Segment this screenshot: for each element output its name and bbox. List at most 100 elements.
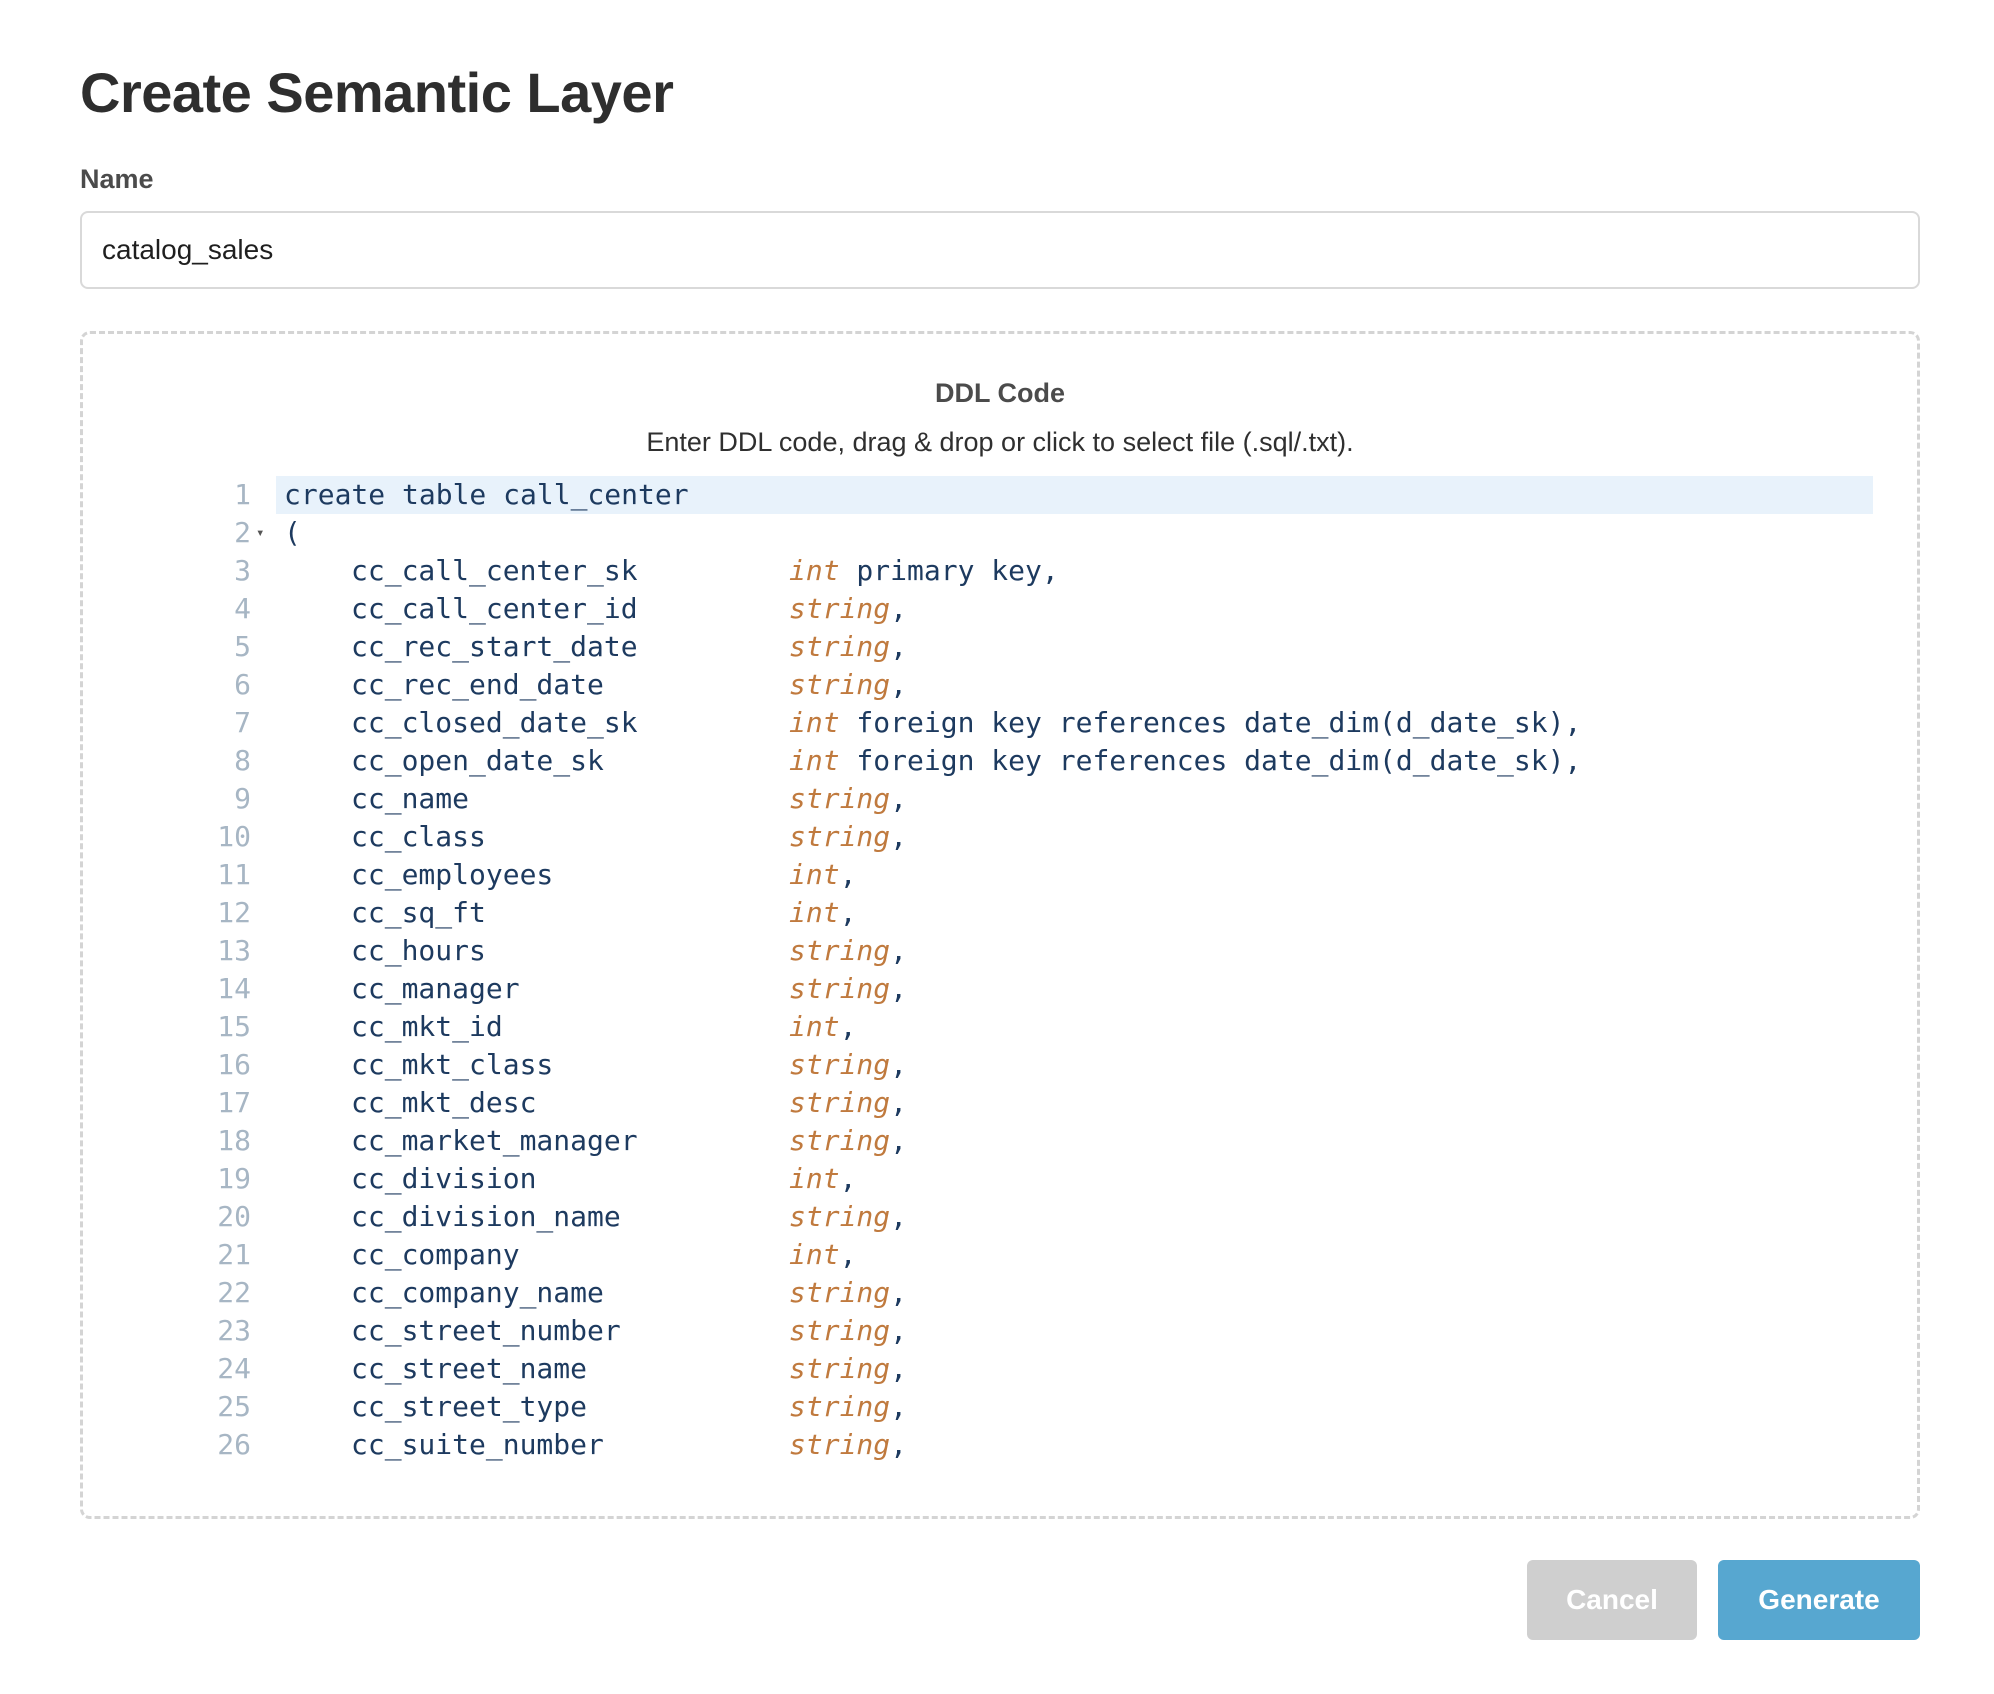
name-input[interactable] [80, 211, 1920, 289]
line-number: 18 [217, 1124, 251, 1157]
column-modifiers: , [890, 592, 908, 625]
column-name: cc_mkt_class [351, 1048, 554, 1081]
column-name: cc_sq_ft [351, 896, 486, 929]
column-modifiers: , [890, 1048, 908, 1081]
code-line: 2 ▾ ( [173, 514, 1873, 552]
column-modifiers: foreign key references date_dim(d_date_s… [839, 706, 1582, 739]
column-type: string [789, 1276, 891, 1309]
column-type: string [789, 934, 891, 967]
create-semantic-layer-dialog: Create Semantic Layer Name DDL Code Ente… [0, 0, 1994, 1694]
cancel-button[interactable]: Cancel [1527, 1560, 1697, 1640]
column-name: cc_hours [351, 934, 486, 967]
ddl-title: DDL Code [934, 378, 1065, 408]
column-type: string [789, 972, 891, 1005]
code-line: 14 cc_manager string, [173, 970, 1873, 1008]
column-modifiers: foreign key references date_dim(d_date_s… [839, 744, 1582, 777]
column-modifiers: , [890, 934, 908, 967]
caret-down-icon[interactable]: ▾ [256, 514, 270, 552]
code-line: 11 cc_employees int, [173, 856, 1873, 894]
column-modifiers: , [890, 972, 908, 1005]
code-line: 16 cc_mkt_class string, [173, 1046, 1873, 1084]
line-number: 24 [217, 1352, 251, 1385]
line-number: 15 [217, 1010, 251, 1043]
line-number: 14 [217, 972, 251, 1005]
line-number: 23 [217, 1314, 251, 1347]
column-type: string [789, 782, 891, 815]
column-modifiers: , [839, 896, 857, 929]
column-name: cc_call_center_id [351, 592, 638, 625]
column-modifiers: , [890, 1390, 908, 1423]
line-number: 17 [217, 1086, 251, 1119]
code-line: 1 create table call_center [173, 476, 1873, 514]
name-label: Name [80, 164, 154, 194]
ddl-hint: Enter DDL code, drag & drop or click to … [646, 427, 1354, 457]
column-type: int [789, 744, 840, 777]
column-definitions: 3 cc_call_center_sk int primary key, 4 cc_ca… [173, 552, 1873, 1464]
column-type: string [789, 1314, 891, 1347]
column-name: cc_market_manager [351, 1124, 638, 1157]
column-name: cc_street_type [351, 1390, 588, 1423]
line-number: 20 [217, 1200, 251, 1233]
column-modifiers: , [890, 1086, 908, 1119]
column-name: cc_company [351, 1238, 520, 1271]
line-number: 26 [217, 1428, 251, 1461]
column-type: int [789, 896, 840, 929]
code-line: 4 cc_call_center_id string, [173, 590, 1873, 628]
column-type: string [789, 630, 891, 663]
column-type: int [789, 1010, 840, 1043]
column-name: cc_rec_start_date [351, 630, 638, 663]
column-type: string [789, 1390, 891, 1423]
column-name: cc_mkt_id [351, 1010, 503, 1043]
code-text: ( [284, 516, 301, 549]
column-modifiers: , [890, 820, 908, 853]
code-line: 25 cc_street_type string, [173, 1388, 1873, 1426]
line-number: 9 [234, 782, 251, 815]
column-name: cc_open_date_sk [351, 744, 604, 777]
code-line: 7 cc_closed_date_sk int foreign key refere… [173, 704, 1873, 742]
code-line: 3 cc_call_center_sk int primary key, [173, 552, 1873, 590]
line-number: 5 [234, 630, 251, 663]
ddl-code-editor[interactable]: 1 create table call_center 2 ▾ ( 3 cc_cal… [173, 476, 1873, 1476]
code-text: create table call_center [284, 478, 689, 511]
line-number: 13 [217, 934, 251, 967]
code-line: 10 cc_class string, [173, 818, 1873, 856]
column-name: cc_division [351, 1162, 537, 1195]
column-type: string [789, 1086, 891, 1119]
column-modifiers: , [890, 630, 908, 663]
column-name: cc_rec_end_date [351, 668, 604, 701]
column-modifiers: , [890, 668, 908, 701]
line-number: 8 [234, 744, 251, 777]
code-line: 15 cc_mkt_id int, [173, 1008, 1873, 1046]
column-type: string [789, 1048, 891, 1081]
column-type: int [789, 554, 840, 587]
line-number: 21 [217, 1238, 251, 1271]
line-number: 19 [217, 1162, 251, 1195]
column-name: cc_closed_date_sk [351, 706, 638, 739]
column-modifiers: , [890, 1200, 908, 1233]
column-name: cc_division_name [351, 1200, 621, 1233]
code-line: 12 cc_sq_ft int, [173, 894, 1873, 932]
column-name: cc_suite_number [351, 1428, 604, 1461]
ddl-dropzone[interactable]: DDL Code Enter DDL code, drag & drop or … [80, 331, 1920, 1519]
column-modifiers: , [839, 1238, 857, 1271]
column-type: string [789, 1428, 891, 1461]
line-number: 2 [234, 516, 251, 549]
code-line: 5 cc_rec_start_date string, [173, 628, 1873, 666]
code-line: 6 cc_rec_end_date string, [173, 666, 1873, 704]
column-modifiers: primary key, [839, 554, 1059, 587]
generate-button[interactable]: Generate [1718, 1560, 1920, 1640]
code-line: 20 cc_division_name string, [173, 1198, 1873, 1236]
column-modifiers: , [890, 1124, 908, 1157]
line-number: 6 [234, 668, 251, 701]
column-name: cc_employees [351, 858, 554, 891]
code-line: 24 cc_street_name string, [173, 1350, 1873, 1388]
column-modifiers: , [890, 782, 908, 815]
dialog-title: Create Semantic Layer [80, 61, 674, 124]
code-line: 21 cc_company int, [173, 1236, 1873, 1274]
line-number: 3 [234, 554, 251, 587]
column-name: cc_company_name [351, 1276, 604, 1309]
column-modifiers: , [890, 1276, 908, 1309]
column-name: cc_street_name [351, 1352, 588, 1385]
code-line: 13 cc_hours string, [173, 932, 1873, 970]
column-name: cc_name [351, 782, 470, 815]
